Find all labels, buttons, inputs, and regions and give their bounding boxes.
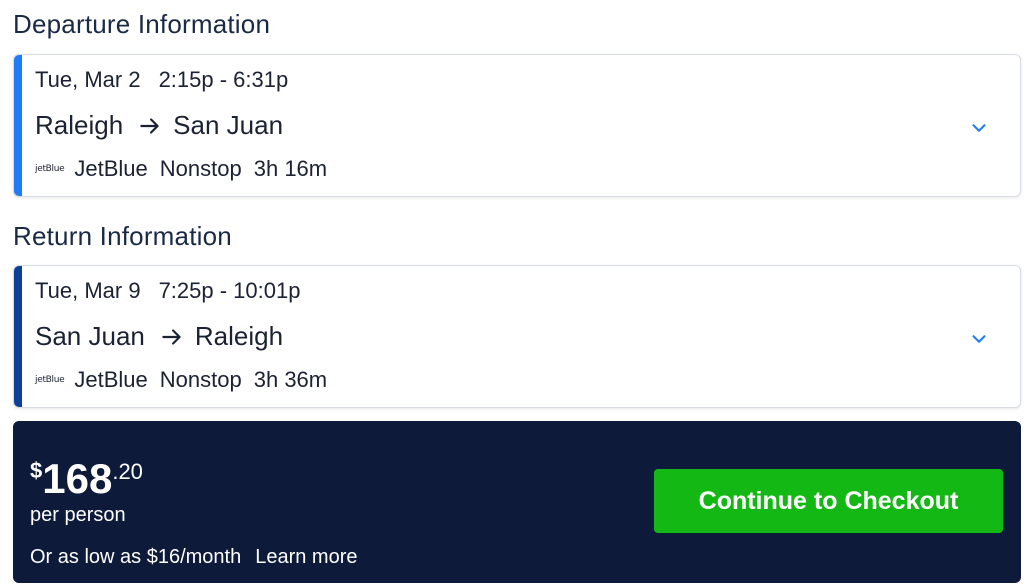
return-route: San Juan Raleigh: [35, 321, 283, 352]
jetblue-logo: jetBlue: [35, 375, 65, 385]
total-price: $168.20: [30, 458, 143, 500]
price-cents: .20: [112, 459, 143, 484]
return-airline: JetBlue: [74, 367, 148, 392]
departure-duration: 3h 16m: [253, 156, 328, 181]
arrow-right-icon: [140, 117, 159, 134]
return-datetime: Tue, Mar 9 7:25p - 10:01p: [35, 278, 300, 304]
departure-time: 2:15p - 6:31p: [158, 67, 289, 92]
price-whole: 168: [42, 455, 113, 502]
departure-card-accent: [14, 55, 22, 196]
departure-flight-details: jetBlue JetBlue Nonstop 3h 16m: [35, 156, 327, 182]
return-card-accent: [14, 266, 22, 407]
price-currency: $: [30, 458, 43, 483]
financing-text: Or as low as $16/month: [30, 546, 242, 568]
return-time: 7:25p - 10:01p: [158, 278, 301, 303]
departure-route: Raleigh San Juan: [35, 110, 283, 141]
price-summary-panel: $168.20 per person Or as low as $16/mont…: [13, 421, 1021, 583]
chevron-down-icon[interactable]: [968, 117, 990, 139]
return-origin: San Juan: [35, 321, 145, 351]
return-destination: Raleigh: [194, 321, 284, 351]
departure-destination: San Juan: [173, 110, 284, 140]
return-date: Tue, Mar 9: [35, 278, 141, 303]
departure-stops: Nonstop: [159, 156, 242, 181]
departure-origin: Raleigh: [35, 110, 124, 140]
return-flight-details: jetBlue JetBlue Nonstop 3h 36m: [35, 367, 327, 393]
continue-to-checkout-button[interactable]: Continue to Checkout: [654, 469, 1003, 533]
chevron-down-icon[interactable]: [968, 328, 990, 350]
departure-datetime: Tue, Mar 2 2:15p - 6:31p: [35, 67, 288, 93]
return-duration: 3h 36m: [253, 367, 328, 392]
return-stops: Nonstop: [159, 367, 242, 392]
financing-info: Or as low as $16/month Learn more: [30, 546, 358, 569]
departure-airline: JetBlue: [74, 156, 148, 181]
learn-more-link[interactable]: Learn more: [255, 546, 357, 568]
departure-section-title: Departure Information: [13, 9, 271, 39]
departure-date: Tue, Mar 2: [35, 67, 141, 92]
arrow-right-icon: [162, 328, 181, 345]
return-flight-card[interactable]: Tue, Mar 9 7:25p - 10:01p San Juan Raleig…: [13, 265, 1021, 408]
jetblue-logo: jetBlue: [35, 164, 65, 174]
departure-flight-card[interactable]: Tue, Mar 2 2:15p - 6:31p Raleigh San Juan…: [13, 54, 1021, 197]
return-section-title: Return Information: [13, 221, 232, 251]
per-person-label: per person: [30, 504, 126, 526]
